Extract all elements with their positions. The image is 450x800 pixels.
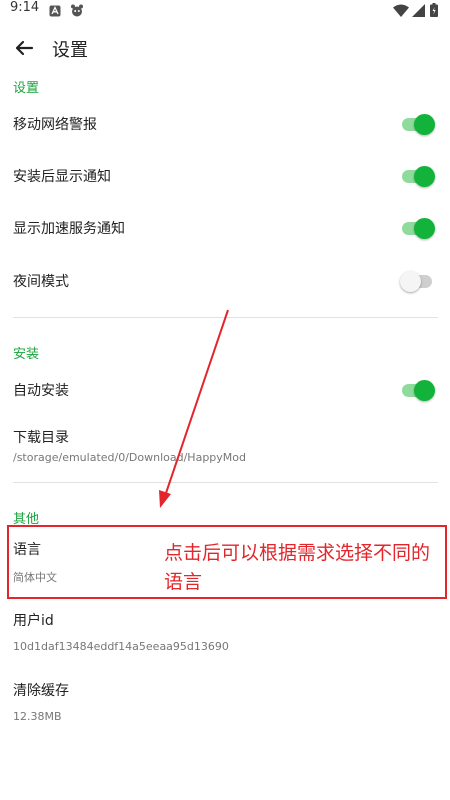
section-divider xyxy=(13,482,438,483)
section-divider xyxy=(13,317,438,318)
acceleration-notification-row[interactable]: 显示加速服务通知 xyxy=(0,208,450,248)
signal-icon xyxy=(412,2,425,21)
user-id-label: 用户id xyxy=(13,613,54,629)
mobile-network-alert-row[interactable]: 移动网络警报 xyxy=(0,104,450,144)
section-header-install: 安装 xyxy=(13,347,40,362)
mobile-network-alert-switch[interactable] xyxy=(400,112,436,136)
settings-screen: 9:14 设置 设置 移动网络警报 安装后显示通知 显示加速服务通知 夜间模式 … xyxy=(0,0,450,800)
night-mode-switch[interactable] xyxy=(400,269,436,293)
page-title: 设置 xyxy=(52,40,88,61)
acceleration-notification-switch[interactable] xyxy=(400,216,436,240)
user-id-row[interactable]: 用户id 10d1daf13484eddf14a5eeaa95d13690 xyxy=(0,604,450,658)
auto-install-switch[interactable] xyxy=(400,378,436,402)
section-header-settings: 设置 xyxy=(13,81,40,96)
status-bar: 9:14 xyxy=(0,0,450,18)
install-notification-row[interactable]: 安装后显示通知 xyxy=(0,156,450,196)
install-notification-label: 安装后显示通知 xyxy=(13,169,111,185)
notification-a-icon xyxy=(49,2,61,21)
arrow-left-icon xyxy=(15,40,34,56)
download-dir-label: 下载目录 xyxy=(13,430,69,446)
mobile-network-alert-label: 移动网络警报 xyxy=(13,117,97,133)
user-id-value: 10d1daf13484eddf14a5eeaa95d13690 xyxy=(13,640,229,653)
acceleration-notification-label: 显示加速服务通知 xyxy=(13,221,125,237)
clear-cache-label: 清除缓存 xyxy=(13,683,69,699)
back-button[interactable] xyxy=(10,34,38,62)
night-mode-label: 夜间模式 xyxy=(13,274,69,290)
night-mode-row[interactable]: 夜间模式 xyxy=(0,261,450,301)
battery-icon xyxy=(430,2,438,21)
clear-cache-row[interactable]: 清除缓存 12.38MB xyxy=(0,674,450,728)
install-notification-switch[interactable] xyxy=(400,164,436,188)
download-dir-row[interactable]: 下载目录 /storage/emulated/0/Download/HappyM… xyxy=(0,420,450,472)
wifi-icon xyxy=(393,2,409,21)
download-dir-value: /storage/emulated/0/Download/HappyMod xyxy=(13,451,246,464)
app-bar: 设置 xyxy=(0,28,450,68)
auto-install-row[interactable]: 自动安装 xyxy=(0,370,450,410)
clear-cache-value: 12.38MB xyxy=(13,710,62,723)
auto-install-label: 自动安装 xyxy=(13,383,69,399)
status-time: 9:14 xyxy=(10,0,40,15)
bug-icon xyxy=(70,2,84,21)
annotation-text: 点击后可以根据需求选择不同的语言 xyxy=(164,542,431,593)
